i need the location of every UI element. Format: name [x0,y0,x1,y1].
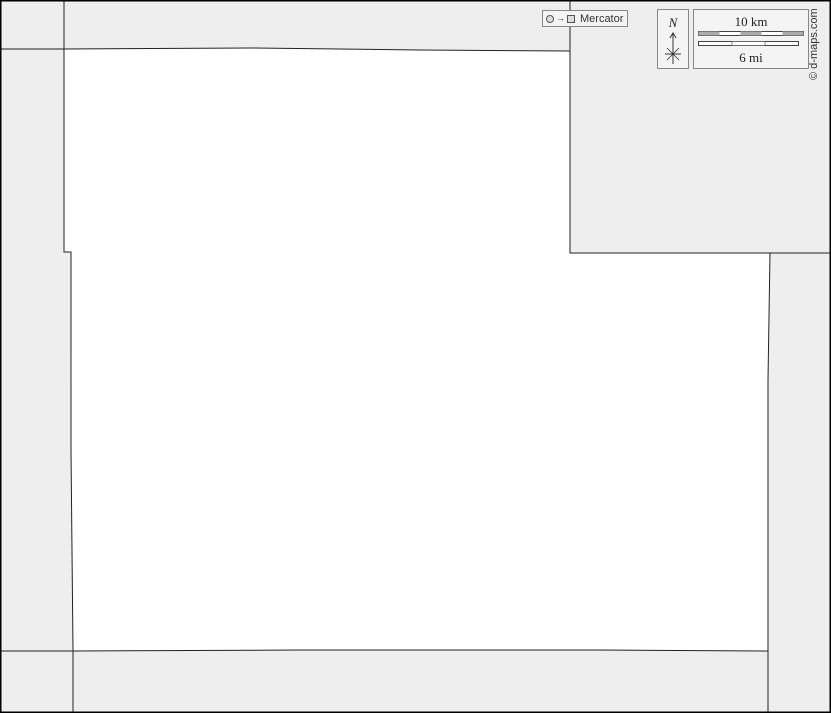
map-canvas [0,0,831,713]
flat-map-icon [567,14,575,23]
scale-bar-box: 10 km 6 mi [693,9,809,69]
compass-icon [665,32,681,64]
map-credit: © d-maps.com [808,8,820,80]
north-label: N [668,15,678,30]
projection-label: Mercator [580,12,624,25]
scale-km-label: 10 km [734,14,768,29]
north-arrow-box: N [657,9,689,69]
arrow-right-icon: → [556,13,565,23]
projection-indicator: → Mercator [542,10,628,27]
scale-mi-label: 6 mi [739,50,763,65]
scale-bar-mi [698,41,799,46]
globe-icon [546,14,554,23]
scale-bar-km [698,31,804,36]
